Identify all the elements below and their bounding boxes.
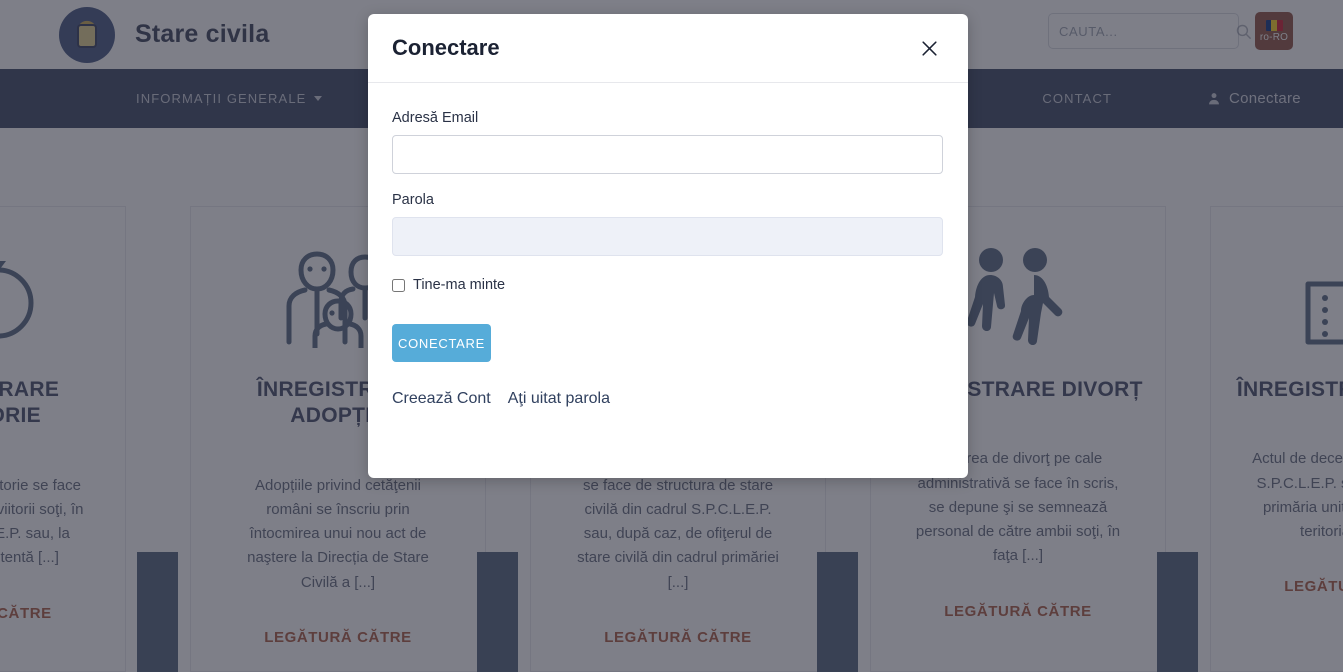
remember-me-checkbox[interactable] [392, 278, 405, 292]
create-account-link[interactable]: Creează Cont [392, 390, 491, 408]
remember-me-label[interactable]: Tine-ma minte [413, 277, 505, 293]
modal-header: Conectare [368, 14, 968, 83]
email-field[interactable] [392, 135, 943, 174]
modal-body: Adresă Email Parola Tine-ma minte CONECT… [368, 83, 968, 408]
modal-title: Conectare [392, 35, 500, 60]
password-label: Parola [392, 192, 434, 208]
email-label: Adresă Email [392, 110, 479, 126]
modal-links: Creează Cont Aţi uitat parola [392, 390, 944, 408]
forgot-password-link[interactable]: Aţi uitat parola [508, 390, 610, 408]
login-submit-button[interactable]: CONECTARE [392, 324, 491, 362]
login-modal: Conectare Adresă Email Parola Tine-ma mi… [368, 14, 968, 478]
password-field[interactable] [392, 217, 943, 256]
close-icon[interactable] [916, 35, 942, 61]
remember-me-row: Tine-ma minte [392, 277, 944, 293]
